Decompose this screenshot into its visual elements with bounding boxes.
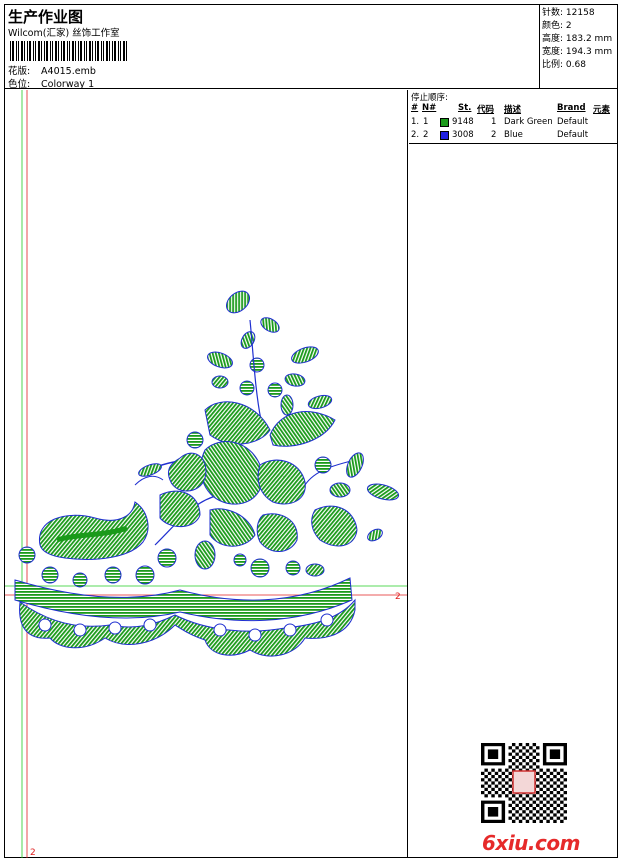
sheet-header: 生产作业图 Wilcom(汇家) 丝饰工作室 花版: A4015.emb 色位:… (5, 5, 617, 90)
col-element: 元素 (593, 105, 611, 115)
lace-motif (14, 290, 400, 657)
col-desc: 描述 (504, 105, 522, 115)
production-sheet: 生产作业图 Wilcom(汇家) 丝饰工作室 花版: A4015.emb 色位:… (4, 4, 618, 858)
color-swatch-blue (440, 131, 449, 140)
design-preview: 2 2 (5, 90, 408, 858)
embroidery-design: 2 2 (5, 90, 407, 858)
design-file-line: 花版: A4015.emb (8, 63, 96, 77)
sequence-row: 1. 1 9148 1 Dark Green Default (411, 117, 589, 127)
barcode-icon (10, 41, 127, 61)
colorway-label: 色位: (8, 79, 31, 90)
site-watermark: 6xiu.com (482, 831, 580, 855)
stop-sequence-panel: 停止顺序: # N# St. 代码 描述 Brand 元素 1. 1 9148 … (409, 90, 617, 144)
sequence-row: 2. 2 3008 2 Blue Default (411, 130, 589, 140)
design-file-label: 花版: (8, 66, 31, 77)
stat-colors: 颜色: 2 (542, 21, 572, 31)
qr-code-icon (481, 743, 567, 823)
col-brand: Brand (557, 103, 586, 113)
guide-right-label: 2 (395, 592, 401, 602)
stat-stitches: 针数: 12158 (542, 8, 595, 18)
stop-sequence-header: # N# St. 代码 描述 Brand 元素 (409, 103, 617, 115)
col-index: # (411, 103, 419, 113)
guide-bottom-label: 2 (30, 848, 36, 858)
colorway-line: 色位: Colorway 1 (8, 76, 94, 90)
color-swatch-green (440, 118, 449, 127)
sheet-title: 生产作业图 (8, 8, 84, 26)
stat-width: 宽度: 194.3 mm (542, 47, 613, 57)
stat-height: 高度: 183.2 mm (542, 34, 613, 44)
stat-scale: 比例: 0.68 (542, 60, 586, 70)
stats-box: 针数: 12158 颜色: 2 高度: 183.2 mm 宽度: 194.3 m… (539, 5, 617, 89)
stop-sequence-title: 停止顺序: (411, 93, 448, 103)
colorway-value: Colorway 1 (41, 79, 95, 90)
col-stitches: St. (458, 103, 472, 113)
col-needle: N# (422, 103, 437, 113)
col-code: 代码 (477, 105, 495, 115)
studio-name: Wilcom(汇家) 丝饰工作室 (8, 28, 120, 39)
